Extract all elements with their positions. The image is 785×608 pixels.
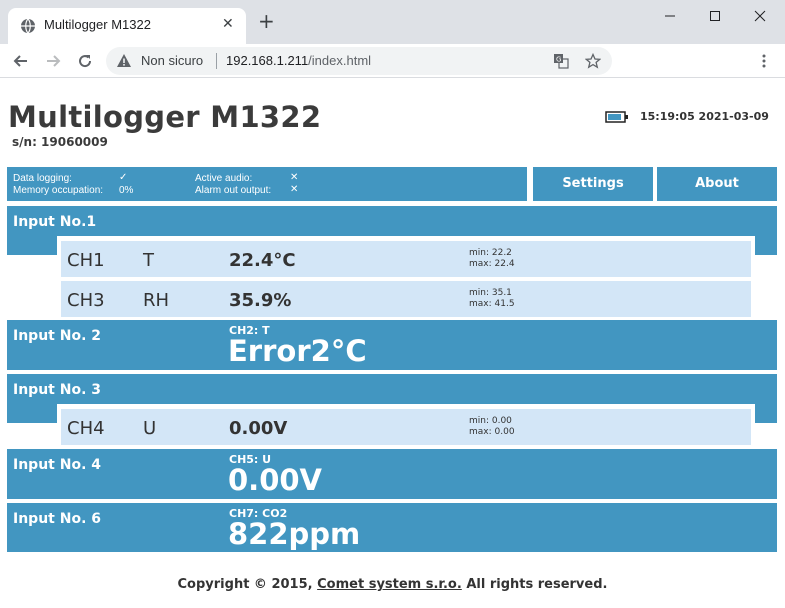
channel-min: min: 0.00 [469,416,512,426]
channel-min-max: min: 0.00 max: 0.00 [469,416,515,438]
input-6-value: 822ppm [228,517,361,551]
channel-name: CH4 [67,418,105,439]
status-panel: Data logging: ✓ Memory occupation: 0% Ac… [7,167,527,201]
input-2-header: Input No. 2 CH2: T Error2°C [7,320,777,370]
input-4-header: Input No. 4 CH5: U 0.00V [7,449,777,499]
battery-icon [605,111,628,123]
input-3-label: Input No. 3 [13,382,101,398]
channel-value: 22.4°C [229,250,296,271]
tab-close-icon[interactable]: ✕ [222,16,234,32]
maximize-icon[interactable] [705,6,725,26]
translate-icon[interactable]: G [553,53,569,69]
channel-row-ch3: CH3 RH 35.9% min: 35.1 max: 41.5 [61,281,751,317]
channel-min-max: min: 22.2 max: 22.4 [469,248,515,270]
channel-value: 35.9% [229,290,292,311]
settings-button[interactable]: Settings [533,167,653,201]
alarm-value: ✕ [290,184,299,195]
channel-value: 0.00V [229,418,288,439]
channel-name: CH3 [67,290,105,311]
forward-icon[interactable] [44,52,62,70]
footer-company-link[interactable]: Comet system s.r.o. [317,577,462,592]
url-path: /index.html [308,53,372,68]
channel-quantity: U [143,418,157,439]
data-logging-label: Data logging: [13,173,72,184]
close-icon[interactable] [750,6,770,26]
new-tab-icon[interactable]: + [258,11,275,31]
menu-icon[interactable] [756,53,772,69]
tab-title: Multilogger M1322 [44,17,151,32]
input-4-label: Input No. 4 [13,457,101,473]
footer-rights-text: All rights reserved. [466,577,608,592]
browser-tab[interactable]: Multilogger M1322 ✕ [8,8,246,44]
channel-max: max: 0.00 [469,427,515,437]
footer-copyright: Copyright © 2015, [177,577,313,592]
minimize-icon[interactable] [660,6,680,26]
active-audio-label: Active audio: [195,173,253,184]
datetime: 15:19:05 2021-03-09 [640,110,769,123]
channel-quantity: RH [143,290,170,311]
star-icon[interactable] [585,53,601,69]
input-6-header: Input No. 6 CH7: CO2 822ppm [7,503,777,552]
url-host: 192.168.1.211 [226,53,309,68]
page-title: Multilogger M1322 [8,100,322,134]
channel-min: min: 22.2 [469,248,512,258]
browser-tabbar: Multilogger M1322 ✕ + [0,0,785,44]
channel-row-ch1: CH1 T 22.4°C min: 22.2 max: 22.4 [61,241,751,277]
browser-toolbar: Non sicuro 192.168.1.211/index.html G [0,44,785,78]
input-1-label: Input No.1 [13,214,97,230]
alarm-label: Alarm out output: [195,185,272,196]
channel-row-ch4: CH4 U 0.00V min: 0.00 max: 0.00 [61,409,751,445]
back-icon[interactable] [12,52,30,70]
footer-rights: All rights reserved. [462,577,608,592]
svg-text:G: G [556,56,561,64]
omnibox-divider [216,53,217,69]
memory-label: Memory occupation: [13,185,104,196]
input-4-value: 0.00V [228,463,322,497]
reload-icon[interactable] [76,52,94,70]
url-text[interactable]: 192.168.1.211/index.html [226,53,371,68]
active-audio-value: ✕ [290,172,299,183]
channel-name: CH1 [67,250,105,271]
data-logging-value: ✓ [119,172,128,183]
address-bar[interactable]: Non sicuro 192.168.1.211/index.html G [106,47,612,75]
input-2-label: Input No. 2 [13,328,101,344]
memory-value: 0% [119,185,134,196]
footer: Copyright © 2015, Comet system s.r.o. Al… [0,577,785,592]
input-2-value: Error2°C [228,334,367,368]
globe-icon [21,18,35,34]
channel-quantity: T [143,250,154,271]
warning-icon[interactable] [116,53,132,69]
security-label[interactable]: Non sicuro [141,53,203,68]
channel-max: max: 41.5 [469,299,515,309]
channel-min: min: 35.1 [469,288,512,298]
serial-number: s/n: 19060009 [12,135,108,149]
channel-max: max: 22.4 [469,259,515,269]
channel-min-max: min: 35.1 max: 41.5 [469,288,515,310]
about-button[interactable]: About [657,167,777,201]
input-6-label: Input No. 6 [13,511,101,527]
